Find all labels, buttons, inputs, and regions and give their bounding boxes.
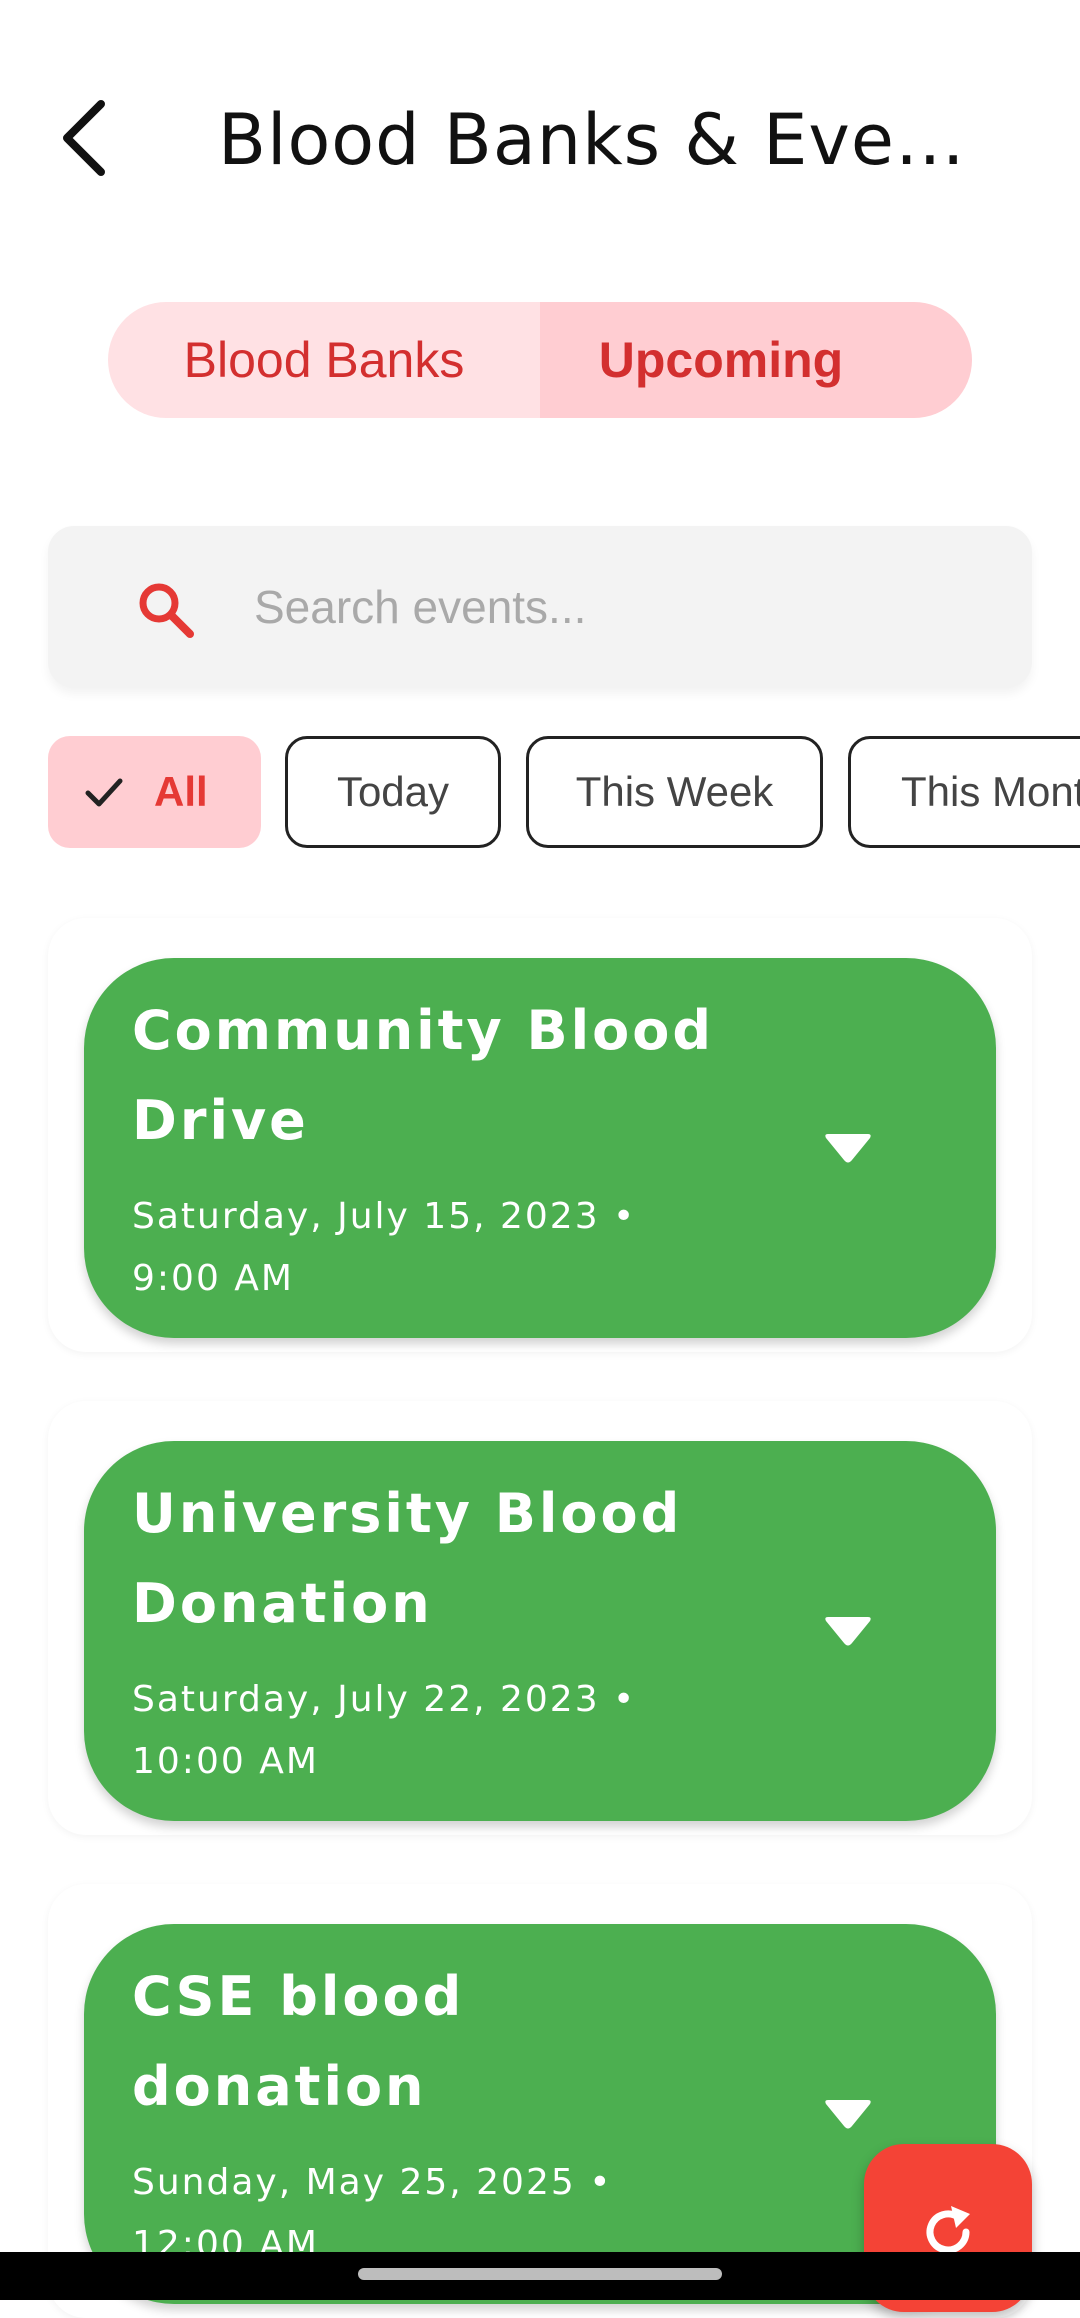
event-title: Community Blood Drive — [132, 999, 714, 1152]
search-bar — [48, 526, 1032, 688]
page-title: Blood Banks & Eve… — [218, 99, 966, 181]
event-card[interactable]: Community Blood Drive Saturday, July 15,… — [84, 958, 996, 1338]
chevron-left-icon — [63, 100, 105, 176]
caret-down-icon[interactable] — [822, 1128, 874, 1168]
tab-upcoming[interactable]: Upcoming — [540, 302, 972, 418]
event-card[interactable]: CSE blood donation Sunday, May 25, 2025 … — [84, 1924, 996, 2304]
event-datetime: Saturday, July 22, 2023 • 10:00 AM — [132, 1679, 637, 1782]
back-button[interactable] — [44, 88, 124, 188]
event-title: CSE blood donation — [132, 1965, 465, 2118]
search-input[interactable] — [252, 564, 996, 650]
event-card[interactable]: University Blood Donation Saturday, July… — [84, 1441, 996, 1821]
filter-chip-this-month[interactable]: This Month — [848, 736, 1080, 848]
filter-chips: All Today This Week This Month — [0, 736, 1080, 852]
search-icon — [139, 583, 194, 638]
gesture-handle[interactable] — [358, 2268, 722, 2280]
filter-chip-label: This Week — [575, 768, 774, 815]
filter-chip-all[interactable]: All — [48, 736, 261, 848]
caret-down-icon[interactable] — [822, 2094, 874, 2134]
app-bar: Blood Banks & Eve… — [0, 0, 1080, 280]
event-item: University Blood Donation Saturday, July… — [48, 1401, 1032, 1835]
filter-chip-label: All — [154, 768, 208, 815]
filter-chip-today[interactable]: Today — [285, 736, 501, 848]
system-navigation-bar — [0, 2252, 1080, 2300]
tab-blood-banks[interactable]: Blood Banks — [108, 302, 540, 418]
filter-chip-this-week[interactable]: This Week — [526, 736, 823, 848]
event-datetime: Saturday, July 15, 2023 • 9:00 AM — [132, 1196, 637, 1299]
event-item: Community Blood Drive Saturday, July 15,… — [48, 918, 1032, 1352]
event-title: University Blood Donation — [132, 1482, 683, 1635]
filter-chip-label: This Month — [901, 768, 1080, 815]
tab-switcher: Blood Banks Upcoming — [108, 302, 972, 418]
filter-chip-label: Today — [336, 768, 450, 815]
caret-down-icon[interactable] — [822, 1611, 874, 1651]
check-icon — [85, 778, 123, 807]
